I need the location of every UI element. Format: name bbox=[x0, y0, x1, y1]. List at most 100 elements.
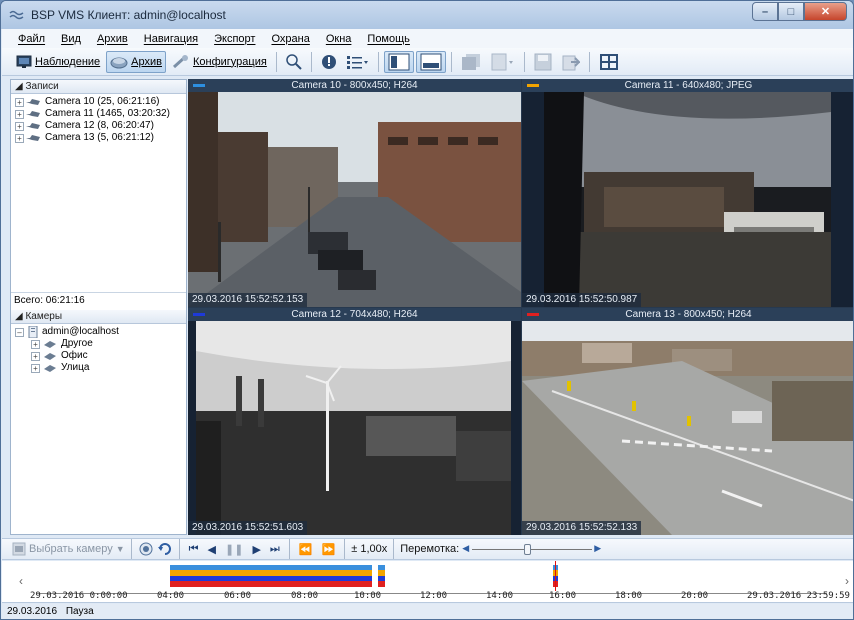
video-tile-title: Camera 11 - 640x480; JPEG bbox=[624, 80, 753, 91]
records-item[interactable]: + Camera 12 (8, 06:20:47) bbox=[15, 120, 186, 132]
toolbar-separator bbox=[275, 51, 277, 72]
records-header[interactable]: ◢ Записи bbox=[11, 80, 186, 94]
minimize-button[interactable]: – bbox=[752, 2, 778, 21]
camera-color-tag bbox=[527, 313, 539, 316]
expand-icon[interactable]: + bbox=[15, 133, 24, 143]
camera-group-icon bbox=[44, 364, 56, 372]
camera-group-item[interactable]: + Офис bbox=[15, 350, 186, 362]
info-button[interactable] bbox=[317, 51, 341, 73]
expand-icon[interactable]: + bbox=[15, 121, 24, 131]
timeline-tick-label: 18:00 bbox=[615, 591, 643, 601]
cameras-header[interactable]: ◢ Камеры bbox=[11, 310, 186, 324]
expand-icon[interactable]: + bbox=[31, 351, 40, 361]
video-tile-camera-10[interactable]: Camera 10 - 800x450; H264 29.03.2016 15:… bbox=[188, 79, 521, 307]
toolbar-separator bbox=[344, 539, 346, 559]
pause-button[interactable]: ❚❚ bbox=[222, 543, 246, 556]
monitoring-button[interactable]: Наблюдение bbox=[12, 51, 104, 73]
timeline-tick-label: 20:00 bbox=[681, 591, 709, 601]
cameras-section: ◢ Камеры – admin@localhost + Другое + Оф… bbox=[11, 310, 186, 374]
close-button[interactable]: ✕ bbox=[804, 2, 847, 21]
playhead-marker[interactable] bbox=[555, 561, 556, 591]
menu-archive[interactable]: Архив bbox=[89, 33, 136, 45]
menu-export[interactable]: Экспорт bbox=[206, 33, 263, 45]
expand-icon[interactable]: + bbox=[15, 97, 24, 107]
server-node[interactable]: – admin@localhost bbox=[15, 326, 186, 338]
rewind-label: Перемотка: bbox=[400, 543, 460, 555]
play-button[interactable]: ▶ bbox=[249, 543, 263, 556]
menu-windows[interactable]: Окна bbox=[318, 33, 360, 45]
timeline-scroll-left-icon[interactable]: ‹ bbox=[19, 574, 23, 588]
grid-layout-button[interactable] bbox=[595, 51, 623, 73]
camera-group-icon bbox=[44, 352, 56, 360]
slider-track bbox=[472, 549, 593, 550]
menu-help[interactable]: Помощь bbox=[359, 33, 418, 45]
menu-view[interactable]: Вид bbox=[53, 33, 89, 45]
playback-toolbar: Выбрать камеру ▼ ⏮ ◀ ❚❚ ▶ ⏭ ⏪ ⏩ ± 1,00x … bbox=[2, 538, 853, 560]
layout-disabled-button[interactable] bbox=[457, 51, 485, 73]
timeline-scroll-right-icon[interactable]: › bbox=[845, 574, 849, 588]
video-tile-header: Camera 10 - 800x450; H264 bbox=[188, 79, 521, 92]
playback-speed[interactable]: ± 1,00x bbox=[351, 543, 387, 555]
sync-button[interactable] bbox=[157, 541, 173, 557]
layout-single-icon bbox=[388, 53, 410, 70]
snapshot-button[interactable] bbox=[138, 541, 154, 557]
save-button[interactable] bbox=[530, 51, 556, 73]
list-view-button[interactable] bbox=[343, 51, 373, 73]
slider-thumb[interactable] bbox=[524, 544, 532, 555]
camera-group-item[interactable]: + Улица bbox=[15, 362, 186, 374]
toolbar-separator bbox=[288, 539, 290, 559]
recording-segment-small bbox=[378, 565, 385, 587]
archive-button[interactable]: Архив bbox=[106, 50, 166, 73]
video-tile-camera-12[interactable]: Camera 12 - 704x480; H264 29.03.2016 15:… bbox=[188, 308, 521, 535]
monitor-icon bbox=[16, 55, 32, 68]
camera-color-tag bbox=[527, 84, 539, 87]
toolbar-separator bbox=[130, 539, 132, 559]
select-camera-dropdown[interactable]: Выбрать камеру ▼ bbox=[12, 542, 125, 556]
video-grid: Camera 10 - 800x450; H264 29.03.2016 15:… bbox=[188, 79, 853, 535]
maximize-button[interactable]: □ bbox=[778, 2, 804, 21]
menu-file[interactable]: Файл bbox=[10, 33, 53, 45]
rewind-slider[interactable]: ◀ ▶ bbox=[462, 542, 602, 556]
window-title: BSP VMS Клиент: admin@localhost bbox=[31, 8, 226, 22]
wrench-icon bbox=[172, 54, 188, 68]
status-date: 29.03.2016 bbox=[7, 606, 58, 617]
expand-icon[interactable]: + bbox=[15, 109, 24, 119]
rewind-button[interactable]: ⏪ bbox=[296, 543, 316, 556]
server-label: admin@localhost bbox=[42, 326, 119, 337]
timeline-tick-label: 08:00 bbox=[291, 591, 319, 601]
camera-11-video-frame bbox=[544, 92, 831, 307]
layout-1-button[interactable] bbox=[383, 50, 414, 73]
layout-2-button[interactable] bbox=[415, 50, 446, 73]
search-icon bbox=[286, 53, 302, 70]
records-item-label: Camera 13 (5, 06:21:12) bbox=[45, 132, 154, 143]
video-tile-camera-13[interactable]: Camera 13 - 800x450; H264 29.03.2016 15:… bbox=[522, 308, 853, 535]
collapse-icon[interactable]: – bbox=[15, 327, 24, 337]
video-tile-camera-11[interactable]: Camera 11 - 640x480; JPEG 29.03.2016 15:… bbox=[522, 79, 853, 307]
chevron-down-icon: ▼ bbox=[115, 544, 125, 554]
maximize-icon: □ bbox=[787, 5, 795, 18]
menu-security[interactable]: Охрана bbox=[263, 33, 317, 45]
skip-to-start-button[interactable]: ⏮ bbox=[186, 543, 202, 556]
configuration-button[interactable]: Конфигурация bbox=[168, 51, 271, 73]
video-tile-header: Camera 13 - 800x450; H264 bbox=[522, 308, 853, 321]
expand-icon[interactable]: + bbox=[31, 363, 40, 373]
step-back-button[interactable]: ◀ bbox=[205, 543, 219, 556]
camera-group-label: Улица bbox=[61, 362, 90, 373]
toolbar-separator bbox=[523, 51, 525, 72]
records-item-label: Camera 10 (25, 06:21:16) bbox=[45, 96, 160, 107]
grid-dropdown-button[interactable] bbox=[487, 51, 519, 73]
records-item[interactable]: + Camera 11 (1465, 03:20:32) bbox=[15, 108, 186, 120]
fast-forward-button[interactable]: ⏩ bbox=[319, 543, 339, 556]
records-item[interactable]: + Camera 10 (25, 06:21:16) bbox=[15, 96, 186, 108]
toolbar-separator bbox=[310, 51, 312, 72]
archive-timeline[interactable]: ‹ › 29.03.2016 0:00:00 04:00 06:00 08:00… bbox=[2, 561, 853, 603]
camera-group-item[interactable]: + Другое bbox=[15, 338, 186, 350]
toolbar-separator bbox=[450, 51, 452, 72]
expand-icon[interactable]: + bbox=[31, 339, 40, 349]
video-timestamp: 29.03.2016 15:52:52.153 bbox=[188, 293, 308, 307]
skip-to-end-button[interactable]: ⏭ bbox=[267, 543, 283, 556]
records-item[interactable]: + Camera 13 (5, 06:21:12) bbox=[15, 132, 186, 144]
export-button[interactable] bbox=[558, 51, 584, 73]
menu-navigation[interactable]: Навигация bbox=[136, 33, 206, 45]
zoom-button[interactable] bbox=[282, 51, 306, 73]
